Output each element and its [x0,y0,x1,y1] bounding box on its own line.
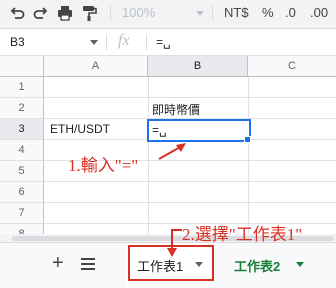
sheet-bar: + 工作表1 工作表2 [0,242,336,288]
spreadsheet-grid[interactable]: A B C 1 2 3 4 5 6 7 8 即時幣價 ETH/USDT =␣ [0,56,336,234]
sheet-tab-1-label: 工作表1 [137,259,184,274]
redo-icon[interactable] [32,4,50,22]
currency-format-button[interactable]: NT$ [224,5,249,20]
fx-icon: fx [118,32,130,49]
paint-format-icon[interactable] [80,4,98,22]
row-header[interactable]: 5 [0,161,44,182]
toolbar-divider [110,5,111,21]
grid-line [248,77,249,234]
sheet-tab-2-dropdown-icon[interactable] [296,262,304,267]
column-header-c[interactable]: C [248,56,336,77]
grid-line [44,97,336,98]
row-header[interactable]: 2 [0,98,44,119]
name-box[interactable]: B3 [10,35,25,49]
formula-divider [106,34,107,50]
decrease-decimals-button[interactable]: .0 [285,5,296,20]
grid-line [148,77,149,234]
cell-b2[interactable]: 即時幣價 [152,101,200,118]
row-header[interactable]: 3 [0,119,44,140]
formula-input[interactable]: =␣ [156,35,171,49]
cell-a3[interactable]: ETH/USDT [50,122,110,136]
grid-line [44,181,336,182]
zoom-dropdown-icon[interactable] [196,11,204,16]
add-sheet-button[interactable]: + [52,252,64,275]
grid-line [44,202,336,203]
row-header[interactable]: 7 [0,203,44,224]
zoom-select[interactable]: 100% [122,5,155,20]
sheet-tab-1[interactable]: 工作表1 [127,243,213,287]
row-header[interactable]: 8 [0,224,44,234]
toolbar: 100% NT$ % .0 .00 [0,0,336,28]
sheet-tab-1-dropdown-icon[interactable] [195,262,203,267]
active-cell-b3[interactable]: =␣ [147,119,251,142]
increase-decimals-button[interactable]: .00 [310,5,328,20]
row-header[interactable]: 4 [0,140,44,161]
column-header-b[interactable]: B [148,56,248,77]
fill-handle[interactable] [244,136,251,143]
toolbar-divider [212,5,213,21]
formula-bar: B3 fx =␣ [0,29,336,55]
cell-b3-editor[interactable]: =␣ [152,123,167,137]
select-all-corner[interactable] [0,56,44,77]
annotation-step-1: 1.輸入"=" [68,156,139,175]
annotation-step-2: 2.選擇"工作表1" [182,225,303,244]
undo-icon[interactable] [8,4,26,22]
percent-format-button[interactable]: % [262,5,274,20]
column-header-a[interactable]: A [44,56,148,77]
name-box-dropdown-icon[interactable] [90,40,98,45]
formula-divider [146,34,147,50]
sheet-tab-2-label: 工作表2 [234,259,281,274]
print-icon[interactable] [56,4,74,22]
row-header[interactable]: 6 [0,182,44,203]
sheet-tab-2[interactable]: 工作表2 [224,243,310,287]
row-header[interactable]: 1 [0,77,44,98]
all-sheets-menu-icon[interactable] [81,258,95,270]
